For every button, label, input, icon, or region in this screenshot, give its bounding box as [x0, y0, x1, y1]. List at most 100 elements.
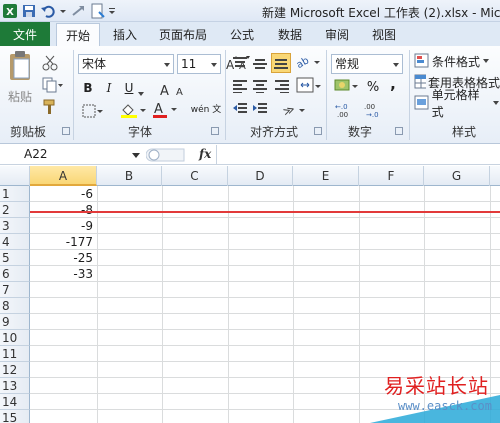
- cell-a[interactable]: [30, 330, 96, 345]
- align-top-icon[interactable]: [232, 56, 248, 73]
- row-header[interactable]: 2: [0, 202, 30, 218]
- row-header[interactable]: 11: [0, 346, 30, 362]
- phonetic-guide-button[interactable]: wén 文: [190, 101, 222, 119]
- font-name-combo[interactable]: 宋体: [78, 54, 174, 74]
- cell-a[interactable]: [30, 298, 96, 313]
- insert-function-icon[interactable]: fx: [199, 147, 211, 161]
- undo-dropdown-icon[interactable]: [59, 3, 67, 19]
- row-header[interactable]: 5: [0, 250, 30, 266]
- percent-style-button[interactable]: %: [366, 79, 380, 95]
- column-header[interactable]: D: [228, 166, 293, 186]
- accounting-format-icon[interactable]: [334, 77, 360, 98]
- underline-dropdown-icon[interactable]: [138, 86, 144, 99]
- cell-a[interactable]: -25: [30, 250, 96, 265]
- cell-a[interactable]: -6: [30, 186, 96, 201]
- tab-insert[interactable]: 插入: [105, 22, 145, 46]
- row-header[interactable]: 8: [0, 298, 30, 314]
- tab-review[interactable]: 审阅: [317, 22, 357, 46]
- row-header[interactable]: 13: [0, 378, 30, 394]
- document-icon[interactable]: [89, 3, 105, 19]
- redo-icon[interactable]: [70, 3, 86, 19]
- align-middle-icon[interactable]: [252, 56, 268, 73]
- cell-a[interactable]: [30, 410, 96, 423]
- number-launcher-icon[interactable]: [395, 127, 403, 135]
- row-header[interactable]: 6: [0, 266, 30, 282]
- cell-a[interactable]: -8: [30, 202, 96, 217]
- font-size-combo[interactable]: 11: [177, 54, 221, 74]
- number-format-combo[interactable]: 常规: [331, 54, 403, 74]
- customize-qat-icon[interactable]: [108, 3, 116, 19]
- orientation-icon[interactable]: ab: [295, 54, 322, 73]
- grow-font-large-icon[interactable]: A: [160, 82, 174, 99]
- align-right-icon[interactable]: [274, 79, 290, 96]
- alignment-launcher-icon[interactable]: [314, 127, 322, 135]
- select-all-corner[interactable]: [0, 166, 30, 186]
- cell-a[interactable]: [30, 362, 96, 377]
- cell-a[interactable]: [30, 282, 96, 297]
- conditional-format-button[interactable]: 条件格式: [414, 52, 500, 70]
- cell-a[interactable]: [30, 378, 96, 393]
- row-header[interactable]: 1: [0, 186, 30, 202]
- row-header[interactable]: 10: [0, 330, 30, 346]
- copy-icon[interactable]: [42, 77, 64, 96]
- row-header[interactable]: 9: [0, 314, 30, 330]
- column-header[interactable]: F: [359, 166, 424, 186]
- cell-styles-button[interactable]: 单元格样式: [414, 88, 500, 119]
- paste-button[interactable]: 粘贴: [4, 50, 36, 110]
- gridline: [293, 186, 294, 423]
- increase-indent-icon[interactable]: [252, 102, 268, 119]
- undo-icon[interactable]: [40, 3, 56, 19]
- row-header[interactable]: 7: [0, 282, 30, 298]
- save-icon[interactable]: [21, 3, 37, 19]
- cell-a[interactable]: [30, 394, 96, 409]
- cell-a[interactable]: -33: [30, 266, 96, 281]
- align-bottom-icon[interactable]: [271, 53, 291, 73]
- column-header[interactable]: B: [97, 166, 162, 186]
- borders-icon[interactable]: [82, 104, 104, 121]
- cell-a[interactable]: -177: [30, 234, 96, 249]
- row-header[interactable]: 15: [0, 410, 30, 423]
- tab-data[interactable]: 数据: [270, 22, 310, 46]
- column-header[interactable]: G: [424, 166, 490, 186]
- table-row: -33: [30, 266, 500, 282]
- formula-input[interactable]: [216, 145, 500, 164]
- column-header-partial[interactable]: [490, 166, 500, 186]
- tab-formulas[interactable]: 公式: [222, 22, 262, 46]
- row-header[interactable]: 14: [0, 394, 30, 410]
- tab-file[interactable]: 文件: [0, 22, 50, 46]
- cell-a[interactable]: -9: [30, 218, 96, 233]
- row-header[interactable]: 3: [0, 218, 30, 234]
- wrap-text-icon[interactable]: ≫: [281, 102, 309, 121]
- align-left-icon[interactable]: [232, 79, 248, 96]
- row-header[interactable]: 12: [0, 362, 30, 378]
- cell-a[interactable]: [30, 346, 96, 361]
- clipboard-launcher-icon[interactable]: [62, 127, 70, 135]
- font-group-label: 字体: [127, 125, 152, 139]
- merge-center-icon[interactable]: [296, 77, 322, 98]
- comma-style-button[interactable]: ,: [388, 75, 398, 93]
- underline-button[interactable]: U: [122, 79, 136, 97]
- bold-button[interactable]: B: [81, 79, 95, 97]
- decrease-indent-icon[interactable]: [232, 102, 248, 119]
- excel-app-icon[interactable]: X: [2, 3, 18, 19]
- tab-home[interactable]: 开始: [56, 23, 100, 46]
- column-header[interactable]: A: [30, 166, 97, 186]
- font-color-icon[interactable]: A: [152, 101, 178, 121]
- column-header[interactable]: E: [293, 166, 359, 186]
- tab-page-layout[interactable]: 页面布局: [153, 22, 213, 46]
- cell-a[interactable]: [30, 314, 96, 329]
- font-launcher-icon[interactable]: [211, 127, 219, 135]
- name-box[interactable]: A22: [0, 146, 145, 164]
- decrease-decimal-icon[interactable]: .00 →.0: [364, 102, 386, 121]
- fill-color-icon[interactable]: [120, 102, 146, 121]
- row-header[interactable]: 4: [0, 234, 30, 250]
- format-painter-icon[interactable]: [42, 99, 58, 118]
- cut-icon[interactable]: [42, 55, 58, 74]
- align-center-icon[interactable]: [252, 79, 268, 96]
- column-header[interactable]: C: [162, 166, 228, 186]
- increase-decimal-icon[interactable]: ←.0.00: [335, 102, 357, 121]
- italic-button[interactable]: I: [102, 79, 116, 97]
- name-box-value: A22: [24, 147, 48, 161]
- tab-view[interactable]: 视图: [364, 22, 404, 46]
- shrink-font-small-icon[interactable]: A: [176, 84, 188, 99]
